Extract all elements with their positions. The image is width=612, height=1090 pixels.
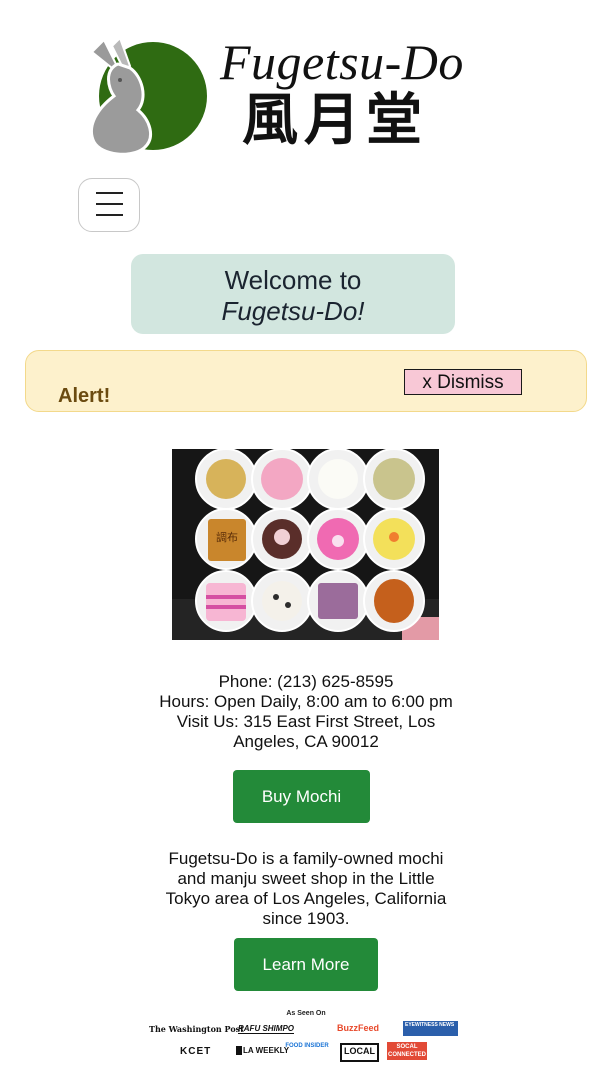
learn-more-button[interactable]: Learn More (234, 938, 378, 991)
brand-name: Fugetsu-Do (220, 34, 464, 90)
menu-button[interactable] (78, 178, 140, 232)
buy-mochi-button[interactable]: Buy Mochi (233, 770, 370, 823)
press-logo: The Washington Post (149, 1024, 244, 1034)
contact-hours: Hours: Open Daily, 8:00 am to 6:00 pm (159, 692, 453, 711)
welcome-line2: Fugetsu-Do! (221, 296, 365, 326)
press-logo: LOCAL (340, 1043, 379, 1062)
press-logo: EYEWITNESS NEWS (403, 1021, 458, 1036)
brand-kanji: 風月堂 (242, 87, 428, 153)
press-logo: BuzzFeed (337, 1023, 380, 1033)
welcome-banner: Welcome to Fugetsu-Do! (131, 254, 455, 334)
rabbit-moon-icon (90, 36, 207, 156)
alert-label: Alert! (58, 385, 111, 407)
about-line-3: Tokyo area of Los Angeles, California (165, 889, 447, 908)
about-line-2: and manju sweet shop in the Little (177, 869, 435, 888)
contact-address-line1: Visit Us: 315 East First Street, Los (176, 712, 436, 731)
press-logo: RAFU SHIMPO (238, 1024, 294, 1034)
press-logo: LA WEEKLY (236, 1046, 289, 1055)
press-logo: KCET (180, 1046, 212, 1057)
press-logo: SOCAL CONNECTED (387, 1042, 427, 1060)
sweet-kanji: 調布 (216, 530, 238, 544)
about-line-4: since 1903. (262, 909, 350, 928)
welcome-line1: Welcome to (224, 265, 362, 295)
contact-phone: Phone: (213) 625-8595 (218, 672, 394, 691)
about-line-1: Fugetsu-Do is a family-owned mochi (168, 849, 444, 868)
as-seen-on-heading: As Seen On (286, 1010, 326, 1017)
contact-address-line2: Angeles, CA 90012 (233, 732, 379, 751)
mochi-photo: 調布 (172, 449, 439, 640)
dismiss-button[interactable]: x Dismiss (404, 369, 522, 395)
press-logo: FOOD INSIDER (285, 1043, 329, 1049)
